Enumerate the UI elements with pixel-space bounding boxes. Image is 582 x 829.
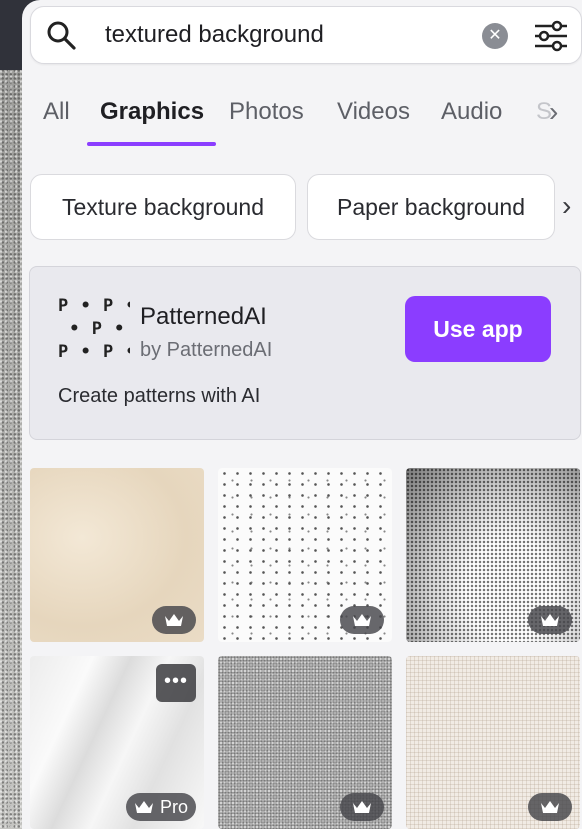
content-type-tabs: All Graphics Photos Videos Audio S › — [22, 88, 582, 150]
premium-badge — [528, 793, 572, 821]
result-thumbnail-beige-paper[interactable] — [30, 468, 204, 642]
patternedai-logo: P • P • P • P • P • P • P • P — [58, 296, 130, 362]
app-publisher: by PatternedAI — [140, 339, 273, 361]
use-app-button[interactable]: Use app — [405, 296, 551, 362]
crown-icon — [541, 801, 559, 813]
crown-icon — [353, 801, 371, 813]
tab-audio[interactable]: Audio — [441, 98, 502, 126]
search-icon — [47, 21, 76, 50]
result-thumbnail-grey-noise[interactable] — [218, 656, 392, 829]
crown-icon — [353, 614, 371, 626]
result-thumbnail-halftone-wave[interactable] — [406, 468, 580, 642]
tab-videos[interactable]: Videos — [337, 98, 410, 126]
tab-graphics[interactable]: Graphics — [100, 98, 204, 126]
result-thumbnail-linen[interactable] — [406, 656, 580, 829]
premium-badge — [528, 606, 572, 634]
chevron-right-icon[interactable]: › — [549, 96, 558, 128]
result-thumbnail-crumpled-paper[interactable]: ••• Pro — [30, 656, 204, 829]
pro-badge: Pro — [125, 793, 196, 821]
search-bar[interactable]: ✕ — [30, 6, 582, 64]
result-thumbnail-white-speckle[interactable] — [218, 468, 392, 642]
app-name: PatternedAI — [140, 303, 267, 330]
suggestion-chip-paper-background[interactable]: Paper background — [307, 174, 555, 240]
crown-icon — [165, 614, 183, 626]
filter-sliders-icon[interactable] — [533, 19, 569, 53]
app-description: Create patterns with AI — [58, 385, 261, 407]
tab-photos[interactable]: Photos — [229, 98, 304, 126]
search-input[interactable] — [105, 7, 465, 63]
app-promo-card[interactable]: P • P • P • P • P • P • P • P PatternedA… — [29, 266, 581, 440]
tab-all[interactable]: All — [43, 98, 70, 126]
crown-icon — [134, 801, 153, 813]
suggestion-chip-texture-background[interactable]: Texture background — [30, 174, 296, 240]
clear-search-icon[interactable]: ✕ — [482, 23, 508, 49]
crown-icon — [541, 614, 559, 626]
premium-badge — [340, 793, 384, 821]
active-tab-indicator — [87, 142, 216, 146]
premium-badge — [340, 606, 384, 634]
chevron-right-icon[interactable]: › — [562, 190, 571, 222]
more-options-icon[interactable]: ••• — [156, 664, 196, 702]
pro-label: Pro — [159, 796, 188, 817]
search-results-panel: ✕ All Graphics Photos Videos Audio S › T… — [22, 0, 582, 829]
premium-badge — [152, 606, 196, 634]
